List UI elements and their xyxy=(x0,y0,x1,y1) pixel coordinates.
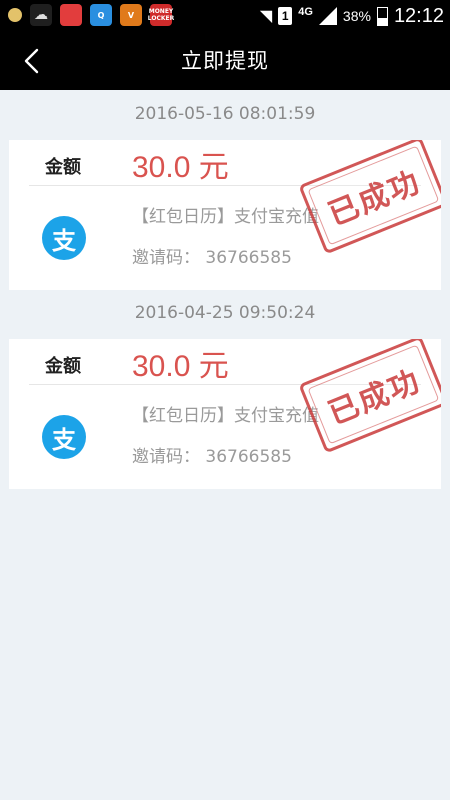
wechat-icon: ☁ xyxy=(30,4,52,26)
page-title: 立即提现 xyxy=(181,49,269,73)
record-date: 2016-05-16 08:01:59 xyxy=(134,104,316,124)
withdrawal-record-card[interactable]: 金额 30.0 元 支 【红包日历】支付宝充值 邀请码： 36766585 已成… xyxy=(9,339,441,489)
success-stamp: 已成功 xyxy=(298,140,441,255)
status-bar-notifications: ☁ Q V MONEY LOCKER xyxy=(8,4,174,26)
amount-label: 金额 xyxy=(45,356,81,377)
amount-value: 30.0 元 xyxy=(132,151,229,184)
amount-value: 30.0 元 xyxy=(132,350,229,383)
network-type: 4G xyxy=(298,6,313,18)
notification-dot-icon xyxy=(8,8,22,22)
invite-code: 邀请码： 36766585 xyxy=(132,447,292,467)
invite-code: 邀请码： 36766585 xyxy=(132,248,292,268)
signal-icon xyxy=(318,7,337,25)
q-app-icon: Q xyxy=(90,4,112,26)
red-app-icon xyxy=(60,4,82,26)
record-date: 2016-04-25 09:50:24 xyxy=(134,303,316,323)
clock: 12:12 xyxy=(393,4,444,27)
battery-percent: 38% xyxy=(342,8,371,24)
wifi-icon: ◥ xyxy=(259,8,273,25)
sim-icon: 1 xyxy=(278,7,293,25)
battery-icon xyxy=(376,6,388,26)
orange-app-icon: V xyxy=(120,4,142,26)
withdrawal-record-card[interactable]: 金额 30.0 元 支 【红包日历】支付宝充值 邀请码： 36766585 已成… xyxy=(9,140,441,290)
status-bar-system: ◥ 1 4G 38% 12:12 xyxy=(260,0,444,32)
alipay-icon: 支 xyxy=(42,216,86,260)
record-description: 【红包日历】支付宝充值 xyxy=(132,207,319,227)
app-header: 立即提现 xyxy=(0,32,450,90)
money-locker-icon: MONEY LOCKER xyxy=(148,4,174,26)
status-bar: ☁ Q V MONEY LOCKER ◥ 1 4G 38% 12:12 xyxy=(0,0,450,32)
alipay-icon: 支 xyxy=(42,415,86,459)
record-description: 【红包日历】支付宝充值 xyxy=(132,406,319,426)
success-stamp: 已成功 xyxy=(298,339,441,454)
amount-label: 金额 xyxy=(45,157,81,178)
